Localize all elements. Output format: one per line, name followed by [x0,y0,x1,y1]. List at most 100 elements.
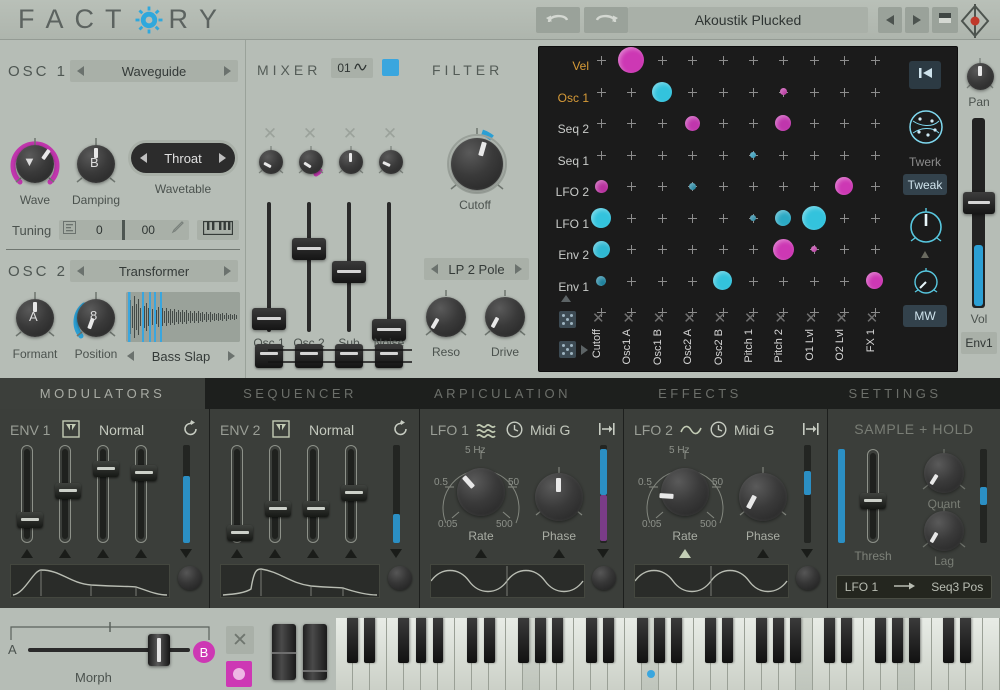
black-key[interactable] [534,618,546,663]
mod-wheel-button[interactable]: MW [903,305,947,327]
matrix-column-pitch-2[interactable]: Pitch 2 [773,329,785,363]
black-key[interactable] [551,618,563,663]
matrix-column-osc1-b[interactable]: Osc1 B [652,329,664,365]
matrix-crosspoint[interactable] [688,87,698,97]
matrix-mod-dot[interactable] [801,205,826,230]
matrix-crosspoint[interactable] [718,56,728,65]
matrix-mod-dot[interactable] [750,151,756,158]
matrix-clear-column[interactable]: ✕ [774,309,787,327]
matrix-mod-dot[interactable] [688,182,696,190]
lfo2-rate-mod-arrow[interactable] [679,549,691,558]
matrix-mod-dot[interactable] [779,88,787,95]
matrix-row-seq-1[interactable]: Seq 1 [543,154,589,168]
lfo1-rate-knob[interactable] [457,468,505,516]
pan-knob[interactable] [962,58,998,94]
filter-drive-knob[interactable] [478,290,532,344]
mixer-clear-noise[interactable]: ✕ [380,124,400,144]
matrix-crosspoint[interactable] [627,276,637,286]
matrix-crosspoint[interactable] [688,245,698,254]
matrix-clear-column[interactable]: ✕ [592,309,605,327]
tweak-speed-knob[interactable] [911,267,941,302]
sah-lag-knob[interactable] [924,511,964,551]
list-icon[interactable] [63,221,77,239]
black-key[interactable] [398,618,410,663]
envelope-mode-icon[interactable] [62,420,80,443]
matrix-column-cutoff[interactable]: Cutoff [591,329,603,358]
matrix-row-env-1[interactable]: Env 1 [543,280,589,294]
matrix-crosspoint[interactable] [779,276,789,286]
env2-mod-target-3[interactable] [307,549,319,558]
lfo2-sync-mode[interactable]: Midi G [734,422,774,438]
matrix-mod-dot[interactable] [591,207,611,228]
matrix-column-fx-1[interactable]: FX 1 [865,329,877,352]
black-key[interactable] [875,618,887,663]
next-preset-button[interactable] [905,7,929,33]
env1-slider-release[interactable] [131,465,157,481]
mixer-pan-osc1[interactable] [255,146,287,178]
mixer-route-noise[interactable] [375,344,403,368]
black-key[interactable] [892,618,904,663]
matrix-crosspoint[interactable] [779,182,789,191]
matrix-crosspoint[interactable] [840,150,850,160]
lfo2-phase-mod-arrow[interactable] [757,549,769,558]
black-key[interactable] [517,618,529,663]
matrix-crosspoint[interactable] [840,87,850,97]
matrix-clear-column[interactable]: ✕ [683,309,696,327]
mixer-pan-noise[interactable] [375,146,407,178]
lfo2-depth-arrow[interactable] [801,549,813,558]
lfo1-wave-display[interactable] [430,564,585,598]
matrix-crosspoint[interactable] [840,213,850,223]
matrix-crosspoint[interactable] [870,245,880,254]
lfo1-shape-knob[interactable] [592,566,616,590]
matrix-crosspoint[interactable] [718,245,728,254]
matrix-crosspoint[interactable] [657,150,667,160]
lfo1-phase-knob[interactable] [535,473,583,521]
black-key[interactable] [704,618,716,663]
chevron-left-icon[interactable] [140,153,147,163]
matrix-crosspoint[interactable] [657,276,667,286]
chevron-right-icon[interactable] [218,153,226,163]
tweak-button[interactable]: Tweak [903,174,947,195]
matrix-crosspoint[interactable] [840,56,850,65]
env1-mod-target-3[interactable] [97,549,109,558]
black-key[interactable] [670,618,682,663]
loop-icon[interactable] [392,420,410,443]
chevron-right-icon[interactable] [224,266,231,276]
matrix-crosspoint[interactable] [657,245,667,254]
matrix-crosspoint[interactable] [809,182,819,191]
osc1-tuning-coarse[interactable]: 0 [91,223,107,237]
matrix-crosspoint[interactable] [627,119,637,128]
tab-sequencer[interactable]: SEQUENCER [205,378,395,409]
tab-settings[interactable]: SETTINGS [790,378,1000,409]
matrix-crosspoint[interactable] [809,150,819,160]
matrix-crosspoint[interactable] [840,245,850,254]
matrix-crosspoint[interactable] [688,213,698,223]
env1-mode[interactable]: Normal [99,422,144,438]
matrix-clear-column[interactable]: ✕ [835,309,848,327]
black-key[interactable] [636,618,648,663]
matrix-crosspoint[interactable] [627,213,637,223]
matrix-mod-dot[interactable] [592,240,610,258]
matrix-crosspoint[interactable] [779,150,789,160]
lfo1-depth-arrow[interactable] [597,549,609,558]
env2-mod-target-4[interactable] [345,549,357,558]
matrix-crosspoint[interactable] [749,56,758,65]
matrix-mod-dot[interactable] [713,271,733,290]
matrix-crosspoint[interactable] [597,87,606,97]
matrix-mod-dot[interactable] [618,47,645,73]
env2-mod-target-2[interactable] [269,549,281,558]
matrix-crosspoint[interactable] [718,182,728,191]
clock-icon[interactable] [506,421,523,443]
env2-curve-knob[interactable] [388,566,412,590]
osc2-position-knob[interactable]: 8 Position [70,292,122,361]
mixer-clear-sub[interactable]: ✕ [340,124,360,144]
matrix-mod-dot[interactable] [866,272,884,289]
mixer-fader-track-noise[interactable] [387,202,391,332]
tweak-amount-knob[interactable] [906,207,946,252]
matrix-clear-column[interactable]: ✕ [805,309,818,327]
env1-mod-target-4[interactable] [135,549,147,558]
pencil-icon[interactable] [171,221,185,239]
matrix-crosspoint[interactable] [749,245,758,254]
env2-slider-decay[interactable] [265,501,291,517]
black-key[interactable] [415,618,427,663]
